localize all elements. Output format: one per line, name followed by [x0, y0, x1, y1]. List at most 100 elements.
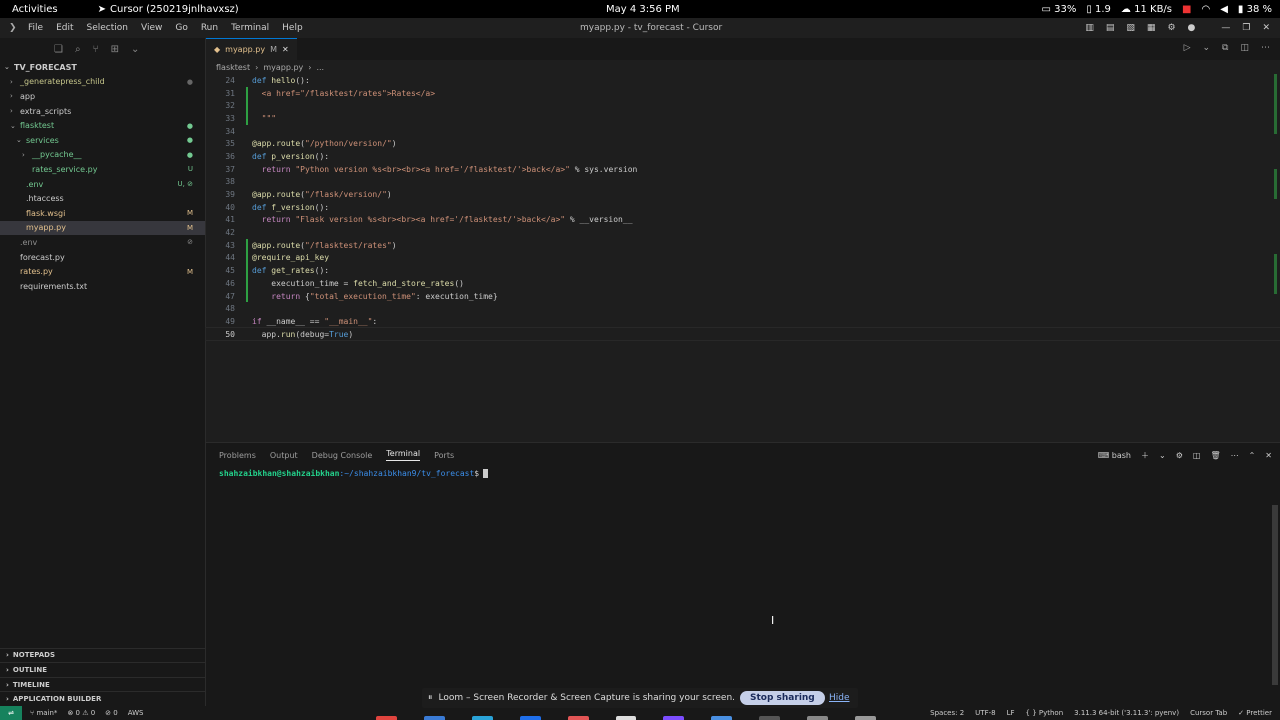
chevron-down-icon[interactable]: ⌄ — [1159, 451, 1166, 460]
ports-status[interactable]: ⊘ 0 — [105, 709, 118, 717]
problems-status[interactable]: ⊗ 0 ⚠ 0 — [67, 709, 95, 717]
status-item[interactable]: { } Python — [1026, 709, 1064, 717]
terminal-output[interactable]: shahzaibkhan@shahzaibkhan :~/shahzaibkha… — [206, 469, 1280, 478]
menu-item-go[interactable]: Go — [175, 23, 187, 33]
dock-app-icon[interactable] — [807, 716, 829, 720]
tab-output[interactable]: Output — [270, 451, 298, 460]
status-item[interactable]: Cursor Tab — [1190, 709, 1227, 717]
code-view[interactable]: 24 def hello (): 31 <a href="/flasktest/rat… — [205, 74, 1280, 342]
status-item[interactable]: LF — [1007, 709, 1015, 717]
stop-sharing-button[interactable]: Stop sharing — [740, 691, 825, 705]
tab-terminal[interactable]: Terminal — [386, 449, 421, 461]
tree-item[interactable]: › __pycache__ ● — [0, 148, 205, 163]
run-icon[interactable]: ▷ — [1184, 43, 1191, 53]
tree-item[interactable]: rates.py M — [0, 264, 205, 279]
aws-status[interactable]: AWS — [128, 709, 144, 717]
pause-icon[interactable]: ⏸ — [428, 693, 433, 703]
more-icon[interactable]: ⋯ — [1231, 451, 1239, 460]
dock-app-icon[interactable] — [759, 716, 781, 720]
menu-item-terminal[interactable]: Terminal — [231, 23, 269, 33]
search-icon[interactable]: ⌕ — [75, 44, 81, 55]
tree-item[interactable]: .env U, ⊘ — [0, 177, 205, 192]
tree-item[interactable]: › app — [0, 89, 205, 104]
extensions-icon[interactable]: ⊞ — [111, 44, 119, 55]
dock-app-icon[interactable] — [376, 716, 397, 720]
dock-app-icon[interactable] — [471, 716, 493, 720]
tab-ports[interactable]: Ports — [434, 451, 454, 460]
app-menu[interactable]: ➤ Cursor (250219jnlhavxsz) — [98, 4, 239, 15]
layout-custom-icon[interactable]: ▦ — [1147, 23, 1156, 33]
dock-app-icon[interactable] — [615, 716, 637, 720]
tree-item[interactable]: forecast.py — [0, 250, 205, 265]
layout-panel-icon[interactable]: ▤ — [1106, 23, 1115, 33]
branch-status[interactable]: ⑂ main* — [30, 709, 57, 717]
menu-item-selection[interactable]: Selection — [87, 23, 128, 33]
tree-item[interactable]: › extra_scripts — [0, 104, 205, 119]
breadcrumb-item[interactable]: flasktest — [216, 63, 250, 72]
menu-item-view[interactable]: View — [141, 23, 162, 33]
sidebar-section[interactable]: › OUTLINE — [0, 662, 205, 677]
tree-item[interactable]: › _generatepress_child ● — [0, 75, 205, 90]
minimap[interactable] — [1272, 74, 1280, 354]
tree-item[interactable]: .htaccess — [0, 191, 205, 206]
settings-gear-icon[interactable]: ⚙ — [1176, 451, 1183, 460]
sidebar-section[interactable]: › TIMELINE — [0, 676, 205, 692]
restore-icon[interactable]: ❐ — [1242, 23, 1250, 33]
layout-sidebar-icon[interactable]: ▥ — [1085, 23, 1094, 33]
close-panel-icon[interactable]: ✕ — [1265, 451, 1272, 460]
tree-item[interactable]: flask.wsgi M — [0, 206, 205, 221]
dock-app-icon[interactable] — [663, 716, 685, 720]
menu-item-file[interactable]: File — [28, 23, 43, 33]
account-icon[interactable]: ● — [1188, 23, 1196, 33]
dock-app-icon[interactable] — [519, 716, 541, 720]
status-item[interactable]: Spaces: 2 — [930, 709, 964, 717]
status-item[interactable]: UTF-8 — [975, 709, 995, 717]
menu-item-edit[interactable]: Edit — [56, 23, 73, 33]
tab-problems[interactable]: Problems — [219, 451, 256, 460]
dock-app-icon[interactable] — [567, 716, 589, 720]
menu-item-help[interactable]: Help — [282, 23, 303, 33]
settings-gear-icon[interactable]: ⚙ — [1167, 23, 1175, 33]
chevron-down-icon[interactable]: ⌄ — [1203, 43, 1211, 53]
dock-app-icon[interactable] — [855, 716, 876, 720]
explorer-root[interactable]: ⌄ TV_FORECAST — [0, 60, 205, 75]
maximize-panel-icon[interactable]: ⌃ — [1249, 451, 1256, 460]
more-icon[interactable]: ⋯ — [1261, 43, 1270, 53]
tree-item[interactable]: ⌄ flasktest ● — [0, 118, 205, 133]
layout-aux-icon[interactable]: ▧ — [1126, 23, 1135, 33]
breadcrumb-item[interactable]: ... — [316, 63, 324, 72]
menu-item-run[interactable]: Run — [201, 23, 218, 33]
split-terminal-icon[interactable]: ◫ — [1193, 451, 1201, 460]
terminal-scrollbar[interactable] — [1272, 505, 1278, 685]
terminal-shell[interactable]: ⌨ bash — [1098, 451, 1131, 460]
tree-item[interactable]: .env ⊘ — [0, 235, 205, 250]
new-terminal-icon[interactable]: ＋ — [1141, 450, 1149, 461]
sidebar-section[interactable]: › APPLICATION BUILDER — [0, 691, 205, 706]
tree-item[interactable]: rates_service.py U — [0, 162, 205, 177]
chevron-down-icon[interactable]: ⌄ — [131, 44, 139, 55]
status-item[interactable]: ✓ Prettier — [1238, 709, 1272, 717]
compare-icon[interactable]: ⧉ — [1222, 43, 1228, 53]
split-editor-icon[interactable]: ◫ — [1240, 43, 1249, 53]
close-icon[interactable]: ✕ — [1262, 23, 1270, 33]
tab-debug-console[interactable]: Debug Console — [312, 451, 373, 460]
files-icon[interactable]: ❏ — [54, 44, 63, 55]
minimize-icon[interactable]: — — [1221, 23, 1230, 33]
breadcrumb-item[interactable]: myapp.py — [263, 63, 303, 72]
dock-app-icon[interactable] — [423, 716, 445, 720]
trash-icon[interactable]: 🗑 — [1210, 451, 1220, 460]
status-item[interactable]: 3.11.3 64-bit ('3.11.3': pyenv) — [1074, 709, 1179, 717]
source-control-icon[interactable]: ⑂ — [93, 44, 99, 55]
tree-item[interactable]: myapp.py M — [0, 220, 205, 236]
hide-button[interactable]: Hide — [829, 693, 850, 703]
sidebar-section[interactable]: › NOTEPADS — [0, 647, 205, 663]
system-tray[interactable]: ▭ 33% ▯ 1.9 ☁ 11 KB/s ■ ◠ ◀ ▮ 38 % — [1041, 4, 1272, 15]
tree-item[interactable]: requirements.txt — [0, 279, 205, 294]
activities-button[interactable]: Activities — [12, 4, 58, 15]
dock-app-icon[interactable] — [711, 716, 733, 720]
tab-close-icon[interactable]: ✕ — [282, 45, 289, 54]
tab-myapp[interactable]: ◆ myapp.py M ✕ — [206, 38, 297, 60]
remote-indicator[interactable]: ⇌ — [0, 706, 22, 720]
clock[interactable]: May 4 3:56 PM — [606, 4, 680, 15]
tree-item[interactable]: ⌄ services ● — [0, 133, 205, 148]
